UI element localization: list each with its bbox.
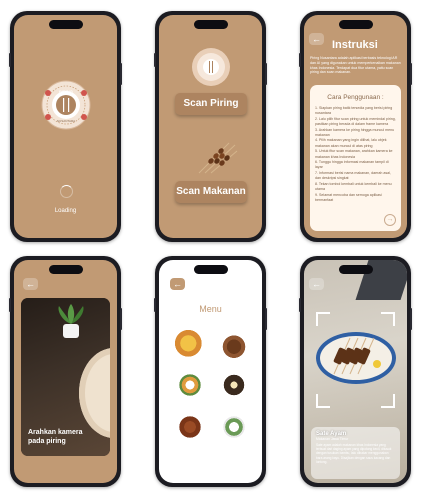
food-info-card: Sate Ayam Makanan Jawa Timur Sate ayam a…	[311, 427, 400, 479]
instructions-card: Cara Penggunaan : 1. Siapkan piring bati…	[310, 85, 401, 231]
phone-menu: ← Menu	[154, 256, 267, 487]
side-button	[299, 53, 301, 67]
camera-notch	[193, 265, 228, 274]
food-item-sate[interactable]	[217, 328, 251, 362]
scan-frame-corner	[381, 312, 395, 326]
step-item: 5. Untuk fitur scan makanan, arahkan kam…	[315, 149, 393, 159]
scan-frame-corner	[381, 394, 395, 408]
camera-notch	[48, 20, 83, 29]
side-button	[265, 308, 267, 330]
phone-result: ← Sate Ayam Makanan Jawa Timur Sate ayam…	[299, 256, 412, 487]
food-item-rendang[interactable]	[217, 368, 251, 402]
side-button	[120, 63, 122, 85]
plate-icon	[192, 48, 230, 86]
camera-notch	[338, 265, 373, 274]
scan-food-label: Scan Makanan	[176, 186, 246, 197]
side-button	[9, 298, 11, 312]
side-button	[120, 308, 122, 330]
logo-bottom-text: NUSANTARA	[56, 119, 76, 123]
steps-list: 1. Siapkan piring batik tersedia yang be…	[310, 101, 401, 203]
instructions-screen: ← Instruksi Piring Nusantara adalah apli…	[304, 15, 407, 238]
back-button[interactable]: ←	[309, 278, 324, 290]
step-item: 3. Arahkan kamera ke piring hingga muncu…	[315, 127, 395, 138]
loading-text: Loading	[54, 208, 77, 214]
back-button[interactable]: ←	[23, 278, 38, 290]
side-button	[154, 298, 156, 312]
food-item-nasi-tumpeng[interactable]	[173, 328, 207, 362]
menu-screen: ← Menu	[159, 260, 262, 483]
result-screen: ← Sate Ayam Makanan Jawa Timur Sate ayam…	[304, 260, 407, 483]
step-item: 8. Tekan tombol kembali untuk kembali ke…	[315, 181, 392, 192]
next-arrow-button[interactable]: →	[384, 214, 396, 226]
camera-notch	[48, 265, 83, 274]
usage-title: Cara Penggunaan :	[327, 94, 384, 101]
camera-hint-text: Arahkan kamera pada piring	[28, 429, 83, 445]
menu-title: Menu	[199, 304, 222, 314]
satay-icon	[333, 337, 381, 375]
loading-screen: PIRING NUSANTARA Loading	[14, 15, 117, 238]
food-item-nasi-liwet[interactable]	[217, 410, 251, 444]
side-button	[9, 53, 11, 67]
step-item: 4. Pilih makanan yang ingin dilihat, lal…	[315, 138, 387, 148]
camera-notch	[338, 20, 373, 29]
plate-logo-icon	[41, 80, 91, 130]
back-button[interactable]: ←	[309, 33, 324, 45]
loading-spinner-icon	[60, 185, 73, 198]
side-button	[410, 63, 412, 85]
food-item-ayam-bakar[interactable]	[173, 410, 207, 444]
instructions-intro: Piring Nusantara adalah aplikasi berbasi…	[310, 56, 401, 75]
phone-instructions: ← Instruksi Piring Nusantara adalah apli…	[299, 11, 412, 242]
logo-top-text: PIRING	[59, 89, 73, 94]
scan-frame-corner	[316, 394, 330, 408]
side-button	[154, 53, 156, 67]
back-button[interactable]: ←	[170, 278, 185, 290]
potted-plant-icon	[58, 304, 84, 338]
step-item: 6. Tunggu hingga informasi makanan tampi…	[315, 160, 389, 170]
phone-camera: ← Arahkan kamera pada piring	[9, 256, 122, 487]
step-item: 2. Lalu pilih fitur scan piring untuk me…	[315, 116, 396, 127]
phone-home: Scan Piring Scan Makanan	[154, 11, 267, 242]
scan-plate-label: Scan Piring	[183, 98, 239, 109]
step-item: 9. Selamat mencoba dan semoga aplikasi b…	[315, 192, 382, 202]
food-item-nasi-campur[interactable]	[173, 368, 207, 402]
step-item: 1. Siapkan piring batik tersedia yang be…	[315, 106, 393, 116]
side-button	[299, 298, 301, 312]
instructions-title: Instruksi	[332, 39, 378, 51]
food-description: Sate ayam adalah makanan khas Indonesia …	[316, 443, 392, 464]
side-button	[265, 63, 267, 85]
food-origin: Makanan Jawa Timur	[316, 437, 349, 441]
camera-screen: ← Arahkan kamera pada piring	[14, 260, 117, 483]
camera-notch	[193, 20, 228, 29]
scan-plate-button[interactable]: Scan Piring	[175, 93, 247, 115]
step-item: 7. Informasi berisi nama makanan, daerah…	[315, 170, 391, 181]
side-button	[410, 308, 412, 330]
scan-frame-corner	[316, 312, 330, 326]
scan-food-button[interactable]: Scan Makanan	[175, 181, 247, 203]
phone-loading: PIRING NUSANTARA Loading	[9, 11, 122, 242]
satay-icon	[198, 142, 238, 174]
home-screen: Scan Piring Scan Makanan	[159, 15, 262, 238]
camera-view: Arahkan kamera pada piring	[21, 298, 110, 456]
